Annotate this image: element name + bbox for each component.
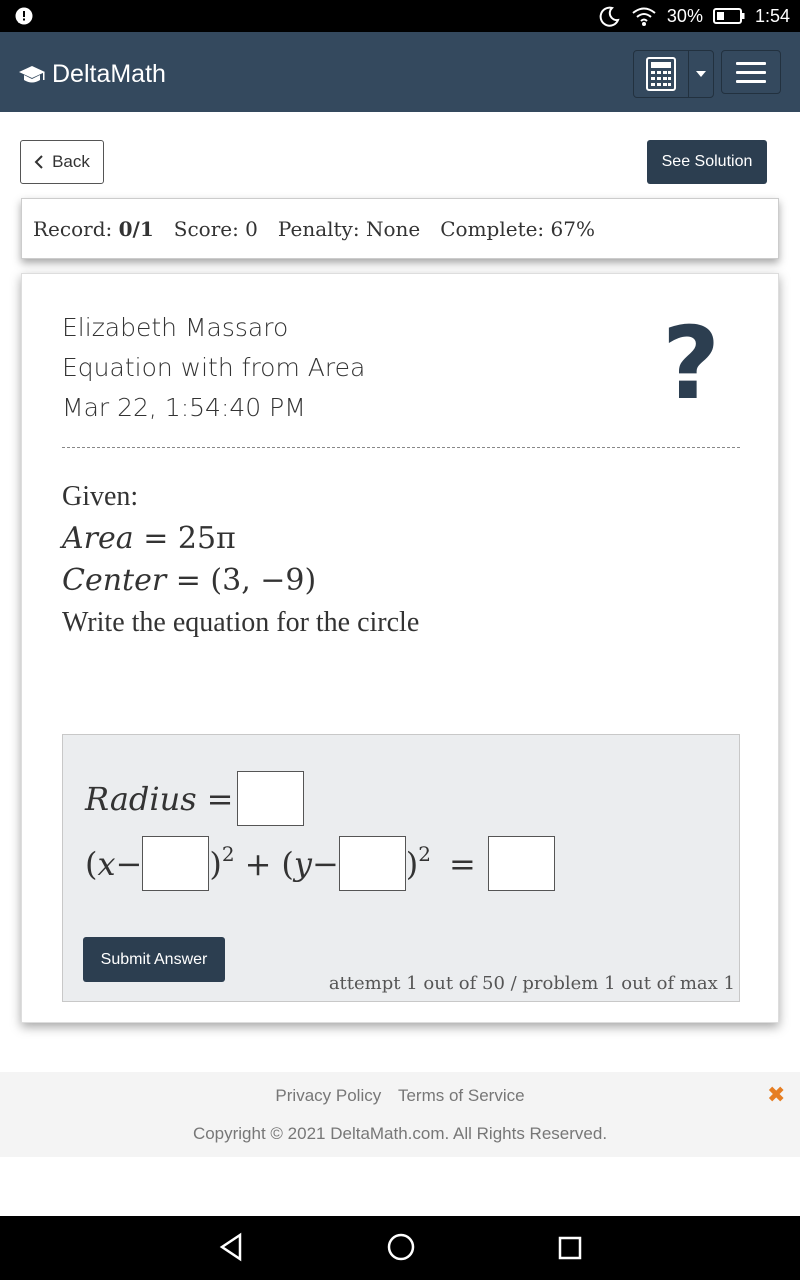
area-var: Area [62, 521, 134, 556]
equals-sign: = [206, 779, 234, 818]
radius-equation: Radius = [85, 771, 305, 826]
circle-equation: (x− )2 + (y− )2 = [85, 836, 555, 891]
terms-of-service-link[interactable]: Terms of Service [398, 1086, 525, 1105]
menu-bar [736, 79, 766, 83]
see-solution-button[interactable]: See Solution [647, 140, 767, 184]
message-notification-icon [15, 7, 33, 25]
open-paren-y: (y− [281, 844, 339, 883]
close-paren-y: )2 [405, 841, 431, 883]
center-var: Center [62, 563, 167, 598]
do-not-disturb-moon-icon [599, 5, 621, 27]
chevron-left-icon [34, 155, 43, 169]
radius-label: Radius [85, 779, 197, 818]
answer-box: Radius = (x− )2 + (y− )2 = Submit Answer… [62, 734, 740, 1002]
hamburger-menu-button[interactable] [721, 50, 781, 94]
footer: Privacy Policy Terms of Service Copyrigh… [0, 1072, 800, 1157]
plus-sign: + [244, 844, 272, 883]
k-input[interactable] [338, 836, 406, 891]
brand-logo[interactable]: DeltaMath [18, 60, 166, 89]
privacy-policy-link[interactable]: Privacy Policy [275, 1086, 381, 1105]
brand-name: DeltaMath [52, 60, 166, 88]
back-triangle-icon[interactable] [218, 1232, 244, 1262]
radius-input[interactable] [237, 771, 305, 826]
back-label: Back [52, 152, 90, 171]
record-stat: Record: 0/1 [33, 217, 154, 241]
problem-statement: Given: Area = 25π Center = (3, −9) Write… [62, 476, 419, 644]
open-paren-x: (x− [85, 844, 143, 883]
recents-square-icon[interactable] [558, 1236, 582, 1260]
record-bar: Record: 0/1 Score: 0 Penalty: None Compl… [21, 198, 779, 259]
area-line: Area = 25π [62, 518, 419, 560]
status-bar: 30% 1:54 [0, 0, 800, 32]
problem-card: Elizabeth Massaro Equation with from Are… [21, 273, 779, 1023]
calculator-button[interactable] [634, 51, 689, 97]
close-icon[interactable]: ✖ [767, 1082, 785, 1108]
complete-stat: Complete: 67% [440, 216, 595, 241]
instruction: Write the equation for the circle [62, 607, 420, 638]
problem-topic: Equation with from Area [62, 353, 366, 382]
center-line: Center = (3, −9) [62, 560, 419, 602]
wifi-icon [631, 5, 657, 27]
penalty-stat: Penalty: None [277, 216, 421, 241]
assignment-meta: Elizabeth Massaro Equation with from Are… [62, 308, 365, 428]
area-value: = 25π [143, 521, 236, 556]
app-header: DeltaMath [0, 32, 800, 112]
battery-icon [712, 7, 745, 25]
equals-sign: = [448, 844, 476, 883]
close-paren-x: )2 [209, 841, 235, 883]
graduation-cap-icon [19, 65, 45, 82]
record-label: Record: [33, 216, 113, 241]
score-stat: Score: 0 [173, 216, 258, 241]
clock: 1:54 [754, 5, 790, 26]
home-circle-icon[interactable] [386, 1232, 416, 1262]
h-input[interactable] [142, 836, 210, 891]
copyright: Copyright © 2021 DeltaMath.com. All Righ… [192, 1124, 608, 1143]
student-name: Elizabeth Massaro [62, 313, 289, 342]
calculator-dropdown-button[interactable] [689, 51, 713, 97]
help-question-icon[interactable]: ? [662, 314, 720, 414]
problem-timestamp: Mar 22, 1:54:40 PM [62, 393, 306, 422]
attempt-counter: attempt 1 out of 50 / problem 1 out of m… [328, 973, 735, 994]
record-value: 0/1 [118, 216, 154, 241]
center-value: = (3, −9) [175, 563, 317, 598]
calculator-icon [646, 57, 676, 91]
footer-links: Privacy Policy Terms of Service [0, 1086, 800, 1106]
menu-bar [736, 70, 766, 74]
battery-percent: 30% [666, 5, 703, 26]
submit-answer-button[interactable]: Submit Answer [83, 937, 225, 982]
menu-bar [736, 61, 766, 65]
system-navigation-bar [0, 1216, 800, 1280]
r-squared-input[interactable] [487, 836, 555, 891]
divider [62, 447, 740, 448]
given-label: Given: [62, 481, 139, 512]
calculator-button-group [633, 50, 714, 98]
back-button[interactable]: Back [20, 140, 104, 184]
caret-down-icon [696, 71, 706, 77]
